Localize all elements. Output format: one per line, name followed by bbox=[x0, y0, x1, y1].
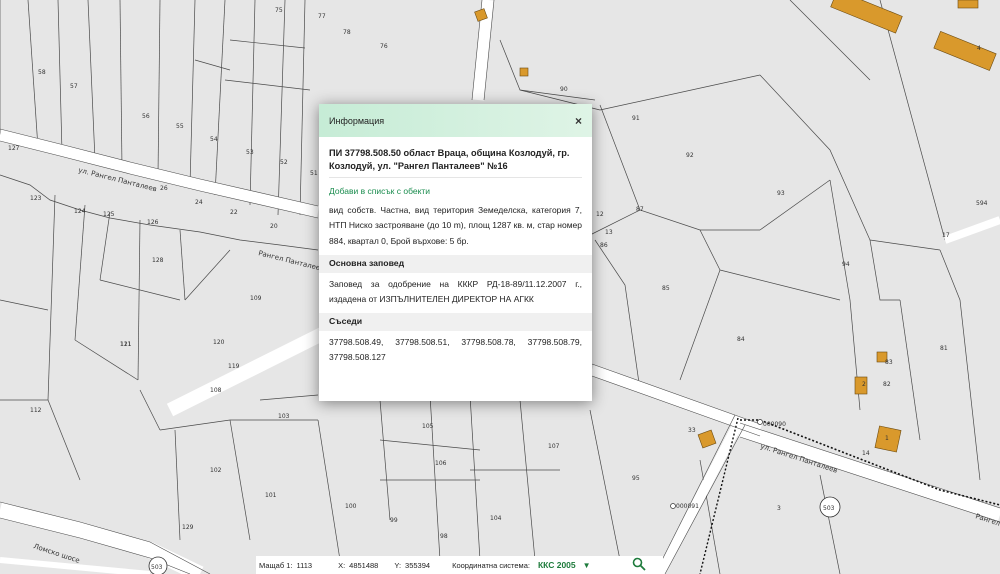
order-text: Заповед за одобрение на КККР РД-18-89/11… bbox=[329, 278, 582, 304]
plot-number: 22 bbox=[230, 209, 238, 216]
plot-number: 129 bbox=[182, 524, 194, 531]
order-heading: Основна заповед bbox=[319, 254, 592, 273]
plot-number: 86 bbox=[600, 242, 608, 249]
plot-number: 91 bbox=[632, 115, 640, 122]
plot-number: 1 bbox=[885, 435, 889, 442]
plot-number: 84 bbox=[737, 336, 745, 343]
plot-number: 55 bbox=[176, 123, 184, 130]
building bbox=[519, 67, 529, 77]
plot-number: 53 bbox=[246, 149, 254, 156]
neighbors-heading: Съседи bbox=[319, 313, 592, 331]
plot-number: 127 bbox=[8, 145, 20, 152]
parcel-title: ПИ 37798.508.50 област Враца, община Коз… bbox=[329, 147, 582, 178]
plot-number: 95 bbox=[632, 475, 640, 482]
circle-label: 503 bbox=[823, 505, 835, 512]
building bbox=[957, 0, 979, 9]
x-value: 4851488 bbox=[349, 560, 379, 570]
plot-number: 51 bbox=[310, 170, 318, 177]
y-value: 355394 bbox=[405, 560, 431, 570]
popup-body: ПИ 37798.508.50 област Враца, община Коз… bbox=[319, 137, 592, 365]
neighbors-text: 37798.508.49, 37798.508.51, 37798.508.78… bbox=[329, 336, 582, 363]
plot-number: 17 bbox=[942, 232, 950, 239]
plot-number: 13 bbox=[605, 229, 613, 236]
plot-number: 2 bbox=[862, 381, 866, 388]
plot-number: 106 bbox=[435, 460, 447, 467]
plot-number: 81 bbox=[940, 345, 948, 352]
plot-number: 98 bbox=[440, 533, 448, 540]
plot-number: 20 bbox=[270, 223, 278, 230]
parcel-description: вид собств. Частна, вид територия Земеде… bbox=[329, 204, 582, 246]
x-label: X: bbox=[338, 560, 346, 570]
plot-number: 12 bbox=[596, 211, 604, 218]
plot-number: 107 bbox=[548, 443, 560, 450]
plot-number: 120 bbox=[213, 339, 225, 346]
plot-number: 82 bbox=[883, 381, 891, 388]
plot-number: 4 bbox=[977, 45, 981, 52]
plot-number: 92 bbox=[686, 152, 694, 159]
scale-label: Мащаб 1: bbox=[259, 560, 293, 570]
close-icon[interactable]: × bbox=[575, 114, 582, 128]
coord-system-label: Координатна система: bbox=[452, 560, 530, 570]
circle-label: 503 bbox=[151, 564, 163, 571]
plot-number: 112 bbox=[30, 407, 42, 414]
plot-number: 102 bbox=[210, 467, 222, 474]
plot-number: 87 bbox=[636, 206, 644, 213]
point-label: 000090 bbox=[763, 421, 786, 428]
point-label: 000091 bbox=[676, 503, 699, 510]
plot-number: 26 bbox=[160, 185, 168, 192]
caret-down-icon[interactable]: ▼ bbox=[583, 561, 591, 570]
plot-number: 93 bbox=[777, 190, 785, 197]
plot-number: 126 bbox=[147, 219, 159, 226]
plot-number: 105 bbox=[422, 423, 434, 430]
plot-number: 14 bbox=[862, 450, 870, 457]
plot-number: 85 bbox=[662, 285, 670, 292]
plot-number: 56 bbox=[142, 113, 150, 120]
plot-number: 101 bbox=[265, 492, 277, 499]
plot-number: 103 bbox=[278, 413, 290, 420]
plot-number: 75 bbox=[275, 7, 283, 14]
plot-number: 3 bbox=[777, 505, 781, 512]
status-bar: Мащаб 1: 1113 X: 4851488 Y: 355394 Коорд… bbox=[256, 556, 663, 574]
plot-number: 77 bbox=[318, 13, 326, 20]
plot-number: 108 bbox=[210, 387, 222, 394]
plot-number: 594 bbox=[976, 200, 988, 207]
plot-number: 109 bbox=[250, 295, 262, 302]
plot-number: 76 bbox=[380, 43, 388, 50]
plot-number: 128 bbox=[152, 257, 164, 264]
plot-number: 54 bbox=[210, 136, 218, 143]
plot-number: 94 bbox=[842, 261, 850, 268]
magnifier-icon[interactable] bbox=[632, 557, 646, 573]
plot-number: 57 bbox=[70, 83, 78, 90]
info-popup: Информация × ПИ 37798.508.50 област Врац… bbox=[319, 104, 592, 401]
plot-number: 58 bbox=[38, 69, 46, 76]
plot-number: 99 bbox=[390, 517, 398, 524]
add-to-list-link[interactable]: Добави в списък с обекти bbox=[329, 184, 582, 199]
plot-number: 104 bbox=[490, 515, 502, 522]
plot-number: 119 bbox=[228, 363, 240, 370]
y-label: Y: bbox=[394, 560, 402, 570]
plot-number: 125 bbox=[103, 211, 115, 218]
plot-number: 24 bbox=[195, 199, 203, 206]
plot-number: 100 bbox=[345, 503, 357, 510]
plot-number: 124 bbox=[74, 208, 86, 215]
plot-number: 78 bbox=[343, 29, 351, 36]
plot-number: 123 bbox=[30, 195, 42, 202]
plot-number: 90 bbox=[560, 86, 568, 93]
plot-number: 111 bbox=[120, 341, 132, 348]
popup-title: Информация bbox=[329, 115, 385, 126]
coord-system-select[interactable]: ККС 2005 bbox=[538, 560, 576, 570]
scale-value: 1113 bbox=[296, 560, 313, 570]
plot-number: 33 bbox=[688, 427, 696, 434]
popup-header: Информация × bbox=[319, 104, 592, 137]
plot-number: 83 bbox=[885, 359, 893, 366]
plot-number: 52 bbox=[280, 159, 288, 166]
